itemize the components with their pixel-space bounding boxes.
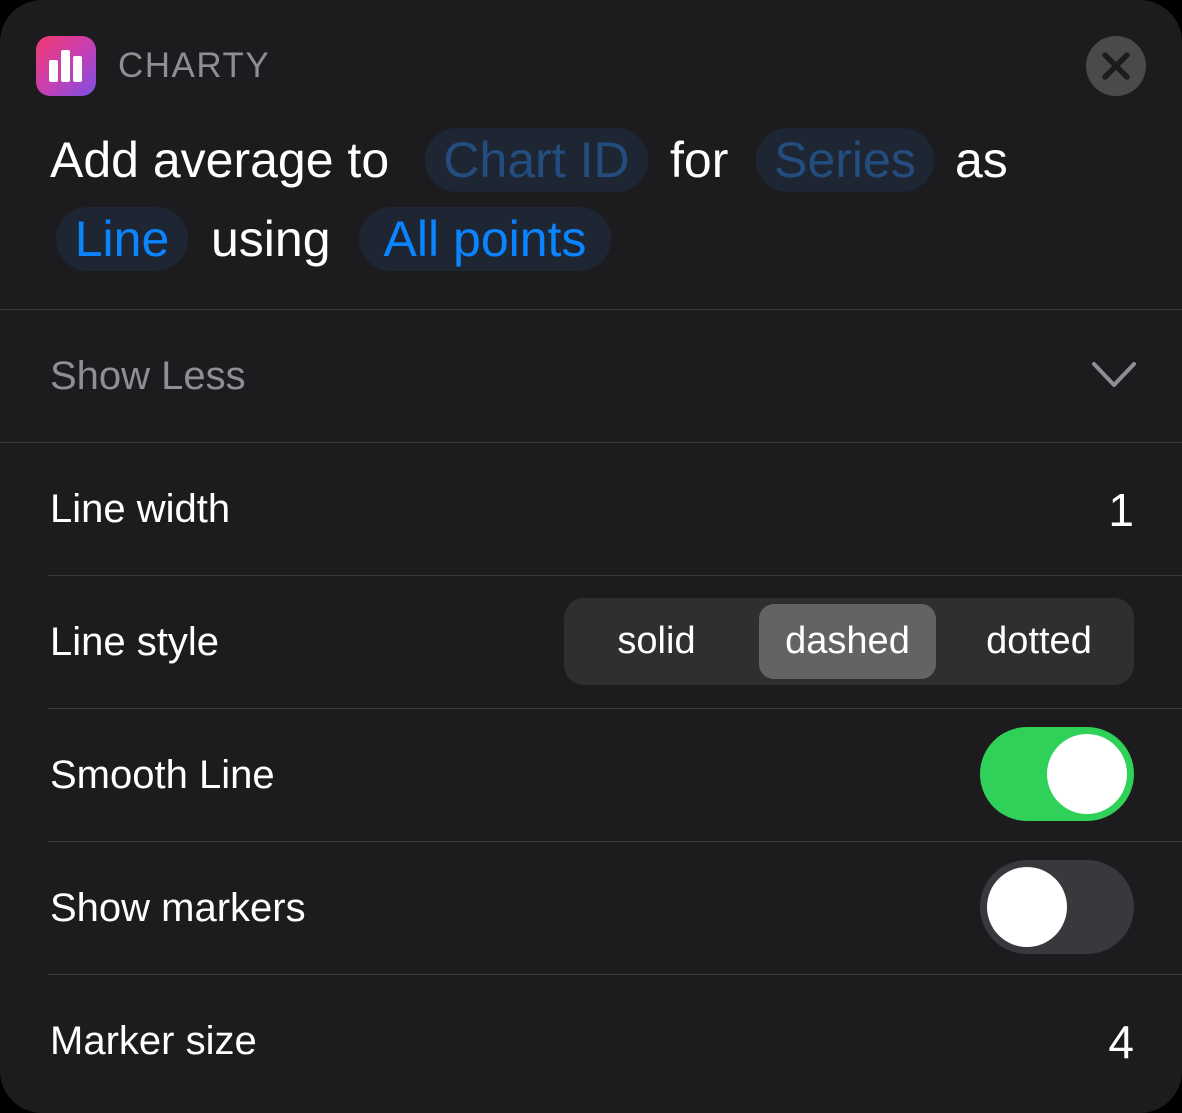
marker-size-label: Marker size bbox=[50, 1019, 257, 1063]
toggle-knob bbox=[987, 867, 1067, 947]
app-name: CHARTY bbox=[118, 46, 271, 85]
line-style-label: Line style bbox=[50, 620, 219, 664]
divider bbox=[48, 708, 1182, 709]
segment-dotted[interactable]: dotted bbox=[950, 604, 1128, 679]
divider bbox=[0, 309, 1182, 310]
divider bbox=[48, 575, 1182, 576]
action-card: CHARTY Add average to Chart ID for Serie… bbox=[0, 0, 1182, 1113]
line-width-label: Line width bbox=[50, 487, 231, 531]
smooth-line-label: Smooth Line bbox=[50, 753, 275, 797]
smooth-line-toggle[interactable] bbox=[980, 727, 1134, 821]
divider bbox=[48, 974, 1182, 975]
toggle-knob bbox=[1047, 734, 1127, 814]
segment-solid[interactable]: solid bbox=[570, 604, 743, 679]
sentence-text-add-average-to: Add average to bbox=[50, 132, 390, 188]
segment-dashed[interactable]: dashed bbox=[759, 604, 936, 679]
divider bbox=[48, 841, 1182, 842]
close-icon bbox=[1102, 52, 1130, 80]
show-markers-toggle[interactable] bbox=[980, 860, 1134, 954]
line-width-value[interactable]: 1 bbox=[1108, 482, 1134, 538]
show-markers-label: Show markers bbox=[50, 886, 306, 930]
chart-type-parameter[interactable]: Line bbox=[56, 207, 188, 271]
sentence-text-as: as bbox=[955, 132, 1008, 188]
close-button[interactable] bbox=[1086, 36, 1146, 96]
marker-size-value[interactable]: 4 bbox=[1108, 1014, 1134, 1070]
line-style-segmented-control: solid dashed dotted bbox=[564, 598, 1134, 685]
chevron-down-icon[interactable] bbox=[1090, 360, 1138, 390]
bar-chart-icon bbox=[36, 36, 96, 96]
chart-id-parameter[interactable]: Chart ID bbox=[425, 128, 648, 192]
sentence-text-using: using bbox=[211, 211, 331, 267]
divider bbox=[0, 442, 1182, 443]
points-parameter[interactable]: All points bbox=[359, 207, 611, 271]
series-parameter[interactable]: Series bbox=[756, 128, 934, 192]
show-less-button[interactable]: Show Less bbox=[50, 348, 246, 404]
sentence-text-for: for bbox=[670, 132, 729, 188]
